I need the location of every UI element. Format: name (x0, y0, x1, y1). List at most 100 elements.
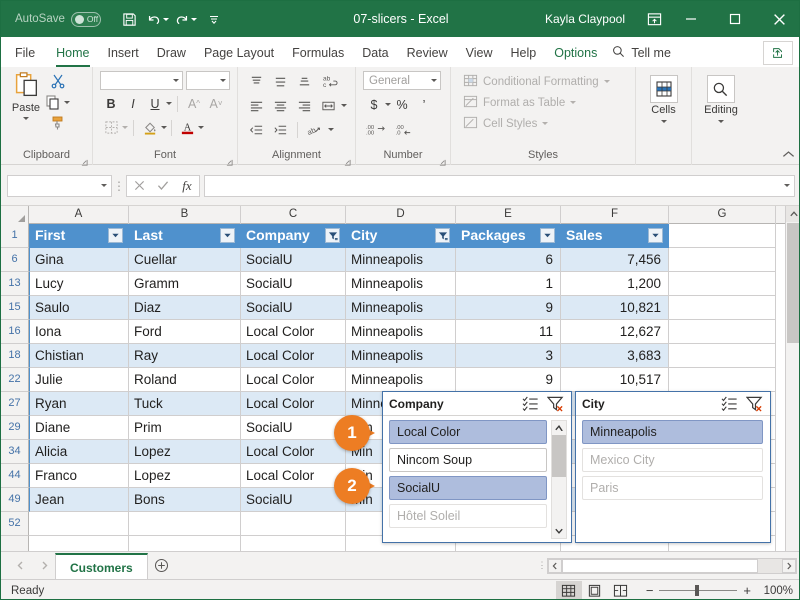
bold-button[interactable]: B (100, 93, 122, 114)
slicer-item-mexico-city[interactable]: Mexico City (582, 448, 763, 472)
scroll-right-icon[interactable] (782, 558, 796, 573)
filter-dropdown-packages-icon[interactable] (540, 228, 555, 243)
merge-dropdown-icon[interactable] (341, 104, 347, 107)
cell-first[interactable]: Gina (29, 248, 129, 272)
cell-packages[interactable]: 9 (456, 296, 561, 320)
comma-format-icon[interactable]: ’ (413, 94, 435, 115)
alignment-dialog-launcher-icon[interactable] (344, 156, 351, 166)
tab-formulas[interactable]: Formulas (283, 39, 353, 67)
cell-company[interactable]: Local Color (241, 440, 346, 464)
tab-file[interactable]: File (1, 39, 47, 67)
row-header[interactable]: 49 (1, 488, 29, 512)
cell-g[interactable] (669, 272, 776, 296)
horizontal-scroll-thumb[interactable] (562, 558, 758, 573)
tab-help[interactable]: Help (502, 39, 546, 67)
column-header-g[interactable]: G (669, 206, 776, 224)
cell-company[interactable] (241, 536, 346, 551)
formula-input[interactable] (204, 174, 795, 197)
fill-color-dropdown-icon[interactable] (161, 126, 167, 129)
slicer-company[interactable]: Company Local Color Nincom Soup SocialU … (382, 391, 572, 543)
row-header[interactable]: 13 (1, 272, 29, 296)
row-header[interactable]: 18 (1, 344, 29, 368)
tab-page-layout[interactable]: Page Layout (195, 39, 283, 67)
column-header-e[interactable]: E (456, 206, 561, 224)
row-header[interactable]: 44 (1, 464, 29, 488)
row-header[interactable]: 16 (1, 320, 29, 344)
cell-first[interactable]: Lucy (29, 272, 129, 296)
ribbon-display-options-icon[interactable] (639, 6, 669, 32)
cell-g[interactable] (669, 296, 776, 320)
row-header[interactable]: 15 (1, 296, 29, 320)
sheet-tab-customers[interactable]: Customers (55, 552, 148, 579)
row-header[interactable]: 6 (1, 248, 29, 272)
cell-last[interactable] (129, 512, 241, 536)
cells-dropdown-icon[interactable] (660, 120, 667, 123)
column-header-a[interactable]: A (29, 206, 129, 224)
orientation-icon[interactable]: ab (304, 119, 326, 140)
cell-last[interactable]: Lopez (129, 440, 241, 464)
cell-company[interactable]: SocialU (241, 272, 346, 296)
table-header-packages[interactable]: Packages (456, 224, 561, 248)
scroll-grip[interactable]: ⋮ (537, 560, 547, 571)
cell-g[interactable] (669, 368, 776, 392)
cell-company[interactable]: SocialU (241, 416, 346, 440)
cell-sales[interactable]: 10,821 (561, 296, 669, 320)
slicer-item-local-color[interactable]: Local Color (389, 420, 547, 444)
cell-company[interactable] (241, 512, 346, 536)
normal-view-icon[interactable] (555, 580, 582, 599)
borders-dropdown-icon[interactable] (122, 126, 128, 129)
underline-dropdown-icon[interactable] (166, 102, 172, 105)
cell-company[interactable]: SocialU (241, 488, 346, 512)
cell-city[interactable]: Minneapolis (346, 368, 456, 392)
merge-and-center-icon[interactable] (317, 95, 339, 116)
font-size-input[interactable] (186, 71, 230, 90)
zoom-slider[interactable] (659, 585, 738, 596)
cell-first[interactable]: Jean (29, 488, 129, 512)
align-center-icon[interactable] (269, 95, 291, 116)
name-box[interactable] (7, 174, 112, 197)
expand-formula-bar-icon[interactable] (784, 184, 790, 187)
cell-first[interactable]: Chistian (29, 344, 129, 368)
enter-icon[interactable] (151, 176, 175, 196)
cell-city[interactable]: Minneapolis (346, 296, 456, 320)
filter-applied-city-icon[interactable] (435, 228, 450, 243)
cell-city[interactable]: Minneapolis (346, 248, 456, 272)
slicer-scroll-down-icon[interactable] (552, 524, 566, 538)
cell-company[interactable]: Local Color (241, 320, 346, 344)
zoom-level-label[interactable]: 100% (759, 585, 793, 597)
cell-packages[interactable]: 9 (456, 368, 561, 392)
number-dialog-launcher-icon[interactable] (439, 156, 446, 166)
cell-last[interactable]: Diaz (129, 296, 241, 320)
row-header-1[interactable]: 1 (1, 224, 29, 248)
horizontal-scrollbar[interactable] (547, 557, 797, 574)
increase-font-size-button[interactable]: A ^ (183, 93, 205, 114)
tab-draw[interactable]: Draw (148, 39, 195, 67)
close-icon[interactable] (757, 1, 799, 37)
percent-format-icon[interactable]: % (391, 94, 413, 115)
cell-city[interactable]: Minneapolis (346, 320, 456, 344)
row-header[interactable]: 34 (1, 440, 29, 464)
cell-packages[interactable]: 3 (456, 344, 561, 368)
cell-sales[interactable]: 1,200 (561, 272, 669, 296)
cell-company[interactable]: Local Color (241, 464, 346, 488)
cell-first[interactable] (29, 536, 129, 551)
column-header-d[interactable]: D (346, 206, 456, 224)
filter-dropdown-last-icon[interactable] (220, 228, 235, 243)
cell-last[interactable]: Prim (129, 416, 241, 440)
cell-first[interactable]: Ryan (29, 392, 129, 416)
customize-quick-access-toolbar-icon[interactable] (201, 6, 227, 32)
orientation-dropdown-icon[interactable] (328, 128, 334, 131)
slicer-item-paris[interactable]: Paris (582, 476, 763, 500)
tab-options[interactable]: Options (545, 39, 606, 67)
underline-button[interactable]: U (144, 93, 166, 114)
cell-city[interactable]: Minneapolis (346, 344, 456, 368)
cell-sales[interactable]: 12,627 (561, 320, 669, 344)
cell-last[interactable]: Roland (129, 368, 241, 392)
row-header[interactable]: 22 (1, 368, 29, 392)
undo-dropdown-icon[interactable] (163, 17, 170, 21)
previous-sheet-icon[interactable] (9, 555, 31, 577)
column-header-f[interactable]: F (561, 206, 669, 224)
collapse-ribbon-icon[interactable] (782, 148, 795, 162)
slicer-item-nincom-soup[interactable]: Nincom Soup (389, 448, 547, 472)
cell-packages[interactable]: 6 (456, 248, 561, 272)
